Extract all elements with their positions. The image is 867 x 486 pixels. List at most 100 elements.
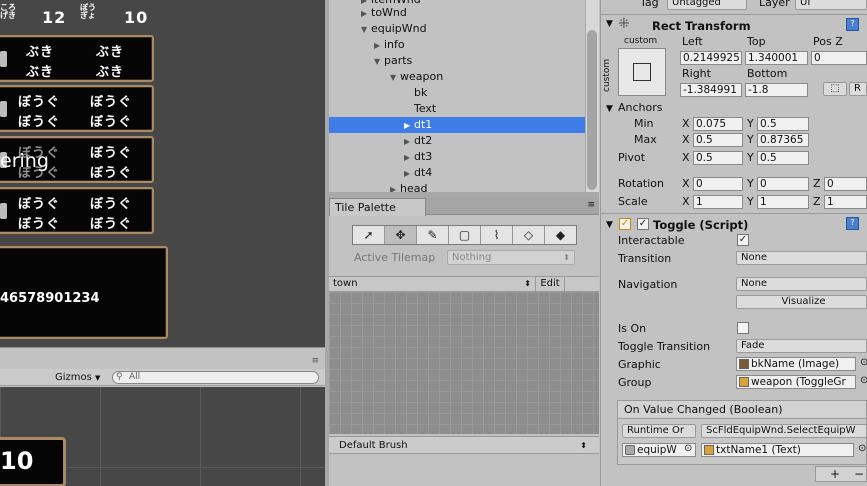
x-label: X <box>682 151 690 164</box>
move-tool-icon[interactable]: ✥ <box>385 226 417 244</box>
eraser-icon[interactable]: ◇ <box>513 226 545 244</box>
hierarchy-item[interactable]: Text <box>329 101 585 117</box>
object-picker-icon[interactable]: ⊙ <box>860 375 867 386</box>
hierarchy-scroll-thumb[interactable] <box>587 30 597 190</box>
menu-icon[interactable]: ≡ <box>311 356 319 366</box>
active-tilemap-dropdown[interactable]: Nothing ⬍ <box>447 250 575 265</box>
z-label: Z <box>813 177 821 190</box>
hierarchy-item[interactable]: ▼ parts <box>329 53 585 69</box>
pivot-x-field[interactable]: 0.5 <box>693 151 743 165</box>
equip-slot-panel[interactable]: ぼうぐ ぼうぐ ぼうぐ ぼうぐ <box>0 187 154 234</box>
transition-label: Transition <box>618 252 672 265</box>
tab-tile-palette[interactable]: Tile Palette <box>329 198 426 216</box>
hierarchy-item[interactable]: ▶ dt2 <box>329 133 585 149</box>
rotation-z-field[interactable]: 0 <box>824 177 867 191</box>
rotation-x-field[interactable]: 0 <box>693 177 743 191</box>
interactable-checkbox[interactable]: ✓ <box>737 234 749 246</box>
navigation-dropdown[interactable]: None <box>736 277 867 291</box>
menu-icon[interactable]: ≡ <box>587 200 595 210</box>
right-field[interactable]: -1.384991 <box>680 83 742 97</box>
visualize-button[interactable]: Visualize <box>736 295 867 309</box>
collapse-arrow-icon[interactable]: ▼ <box>606 220 613 230</box>
hierarchy-item[interactable]: ▶ dt3 <box>329 149 585 165</box>
remove-event-button[interactable]: − <box>854 467 864 481</box>
hierarchy-item[interactable]: ▼ weapon <box>329 69 585 85</box>
hierarchy-item-selected[interactable]: ▶ dt1 <box>329 117 585 133</box>
expand-arrow-icon[interactable]: ▼ <box>361 22 371 38</box>
rotation-label: Rotation <box>618 177 665 190</box>
overlay-text: ering <box>0 150 49 172</box>
edit-palette-button[interactable]: Edit <box>535 276 565 292</box>
scale-z-field[interactable]: 1 <box>824 195 867 209</box>
expand-arrow-icon[interactable]: ▶ <box>404 118 414 134</box>
tag-dropdown[interactable]: Untagged <box>667 0 747 10</box>
picker-icon[interactable]: ⌇ <box>481 226 513 244</box>
posz-field[interactable]: 0 <box>811 51 867 65</box>
anchor-min-y-field[interactable]: 0.5 <box>757 117 809 131</box>
expand-arrow-icon[interactable]: ▶ <box>374 38 384 54</box>
scene-view[interactable]: 10 <box>0 387 325 486</box>
function-dropdown[interactable]: ScFldEquipWnd.SelectEquipW <box>701 424 867 438</box>
hierarchy-item[interactable]: bk <box>329 85 585 101</box>
anchor-max-y-field[interactable]: 0.87365 <box>757 133 809 147</box>
select-tool-icon[interactable]: ➚ <box>353 226 385 244</box>
collapse-arrow-icon[interactable]: ▼ <box>606 19 613 29</box>
hierarchy-item-label: Text <box>414 102 437 115</box>
anchor-preset-button[interactable] <box>618 48 666 96</box>
top-field[interactable]: 1.340001 <box>745 51 808 65</box>
top-label: Top <box>747 35 766 48</box>
object-picker-icon[interactable]: ⊙ <box>860 357 867 368</box>
expand-arrow-icon[interactable]: ▶ <box>404 134 414 150</box>
collapse-arrow-icon[interactable]: ▼ <box>606 104 613 114</box>
layer-dropdown[interactable]: UI <box>795 0 867 10</box>
graphic-field[interactable]: bkName (Image) <box>736 357 856 371</box>
scale-y-field[interactable]: 1 <box>757 195 809 209</box>
slot-text: ぶき <box>26 65 55 80</box>
brush-dropdown[interactable]: Default Brush ⬍ <box>329 436 599 454</box>
toggle-transition-dropdown[interactable]: Fade <box>736 339 867 353</box>
right-label: Right <box>682 67 711 80</box>
hierarchy-item[interactable]: ▶ dt4 <box>329 165 585 181</box>
component-enabled-checkbox[interactable]: ✓ <box>637 218 649 230</box>
bottom-field[interactable]: -1.8 <box>745 83 808 97</box>
palette-dropdown[interactable]: town ⬍ <box>333 277 533 291</box>
palette-name: town <box>333 278 358 289</box>
hierarchy-item[interactable]: ▶ info <box>329 37 585 53</box>
scene-search-input[interactable]: ⚲ All <box>112 371 319 384</box>
box-fill-icon[interactable]: ▢ <box>449 226 481 244</box>
equip-slot-panel[interactable]: ぼうぐ ぼうぐ ぼうぐ ぼうぐ <box>0 85 154 132</box>
left-field[interactable]: 0.2149925 <box>680 51 742 65</box>
expand-arrow-icon[interactable]: ▶ <box>361 6 371 22</box>
expand-arrow-icon[interactable]: ▶ <box>404 166 414 182</box>
blueprint-mode-button[interactable]: ⬚ <box>823 82 847 96</box>
hierarchy-item[interactable]: ▼ equipWnd <box>329 21 585 37</box>
tag-value: Untagged <box>672 0 721 8</box>
runtime-dropdown[interactable]: Runtime Or <box>622 424 696 438</box>
expand-arrow-icon[interactable]: ▶ <box>404 150 414 166</box>
anchor-max-x-field[interactable]: 0.5 <box>693 133 743 147</box>
toggle-component-icon: ✓ <box>619 218 631 230</box>
object-picker-icon[interactable]: ⊙ <box>684 443 692 454</box>
object-picker-icon[interactable]: ⊙ <box>858 443 866 454</box>
is-on-checkbox[interactable] <box>737 322 749 334</box>
expand-arrow-icon[interactable]: ▼ <box>390 70 400 86</box>
help-icon[interactable]: ? <box>846 217 859 230</box>
fill-bucket-icon[interactable]: ◆ <box>545 226 576 244</box>
help-icon[interactable]: ? <box>846 18 859 31</box>
raw-edit-button[interactable]: R <box>849 82 867 96</box>
rotation-y-field[interactable]: 0 <box>757 177 809 191</box>
divider <box>600 14 867 15</box>
group-field[interactable]: weapon (ToggleGr <box>736 375 856 389</box>
add-event-button[interactable]: + <box>830 467 840 481</box>
pivot-y-field[interactable]: 0.5 <box>757 151 809 165</box>
event-argument-field[interactable]: txtName1 (Text) <box>701 443 854 457</box>
anchor-min-x-field[interactable]: 0.075 <box>693 117 743 131</box>
paint-brush-icon[interactable]: ✎ <box>417 226 449 244</box>
equip-slot-panel[interactable]: ぶき ぶき ぶき ぶき <box>0 35 154 82</box>
scale-x-field[interactable]: 1 <box>693 195 743 209</box>
transition-dropdown[interactable]: None <box>736 251 867 265</box>
tile-grid[interactable] <box>329 292 599 434</box>
expand-arrow-icon[interactable]: ▼ <box>374 54 384 70</box>
gizmos-dropdown[interactable]: Gizmos ▼ <box>55 372 100 383</box>
hierarchy-item[interactable]: ▶ toWnd <box>329 5 585 21</box>
